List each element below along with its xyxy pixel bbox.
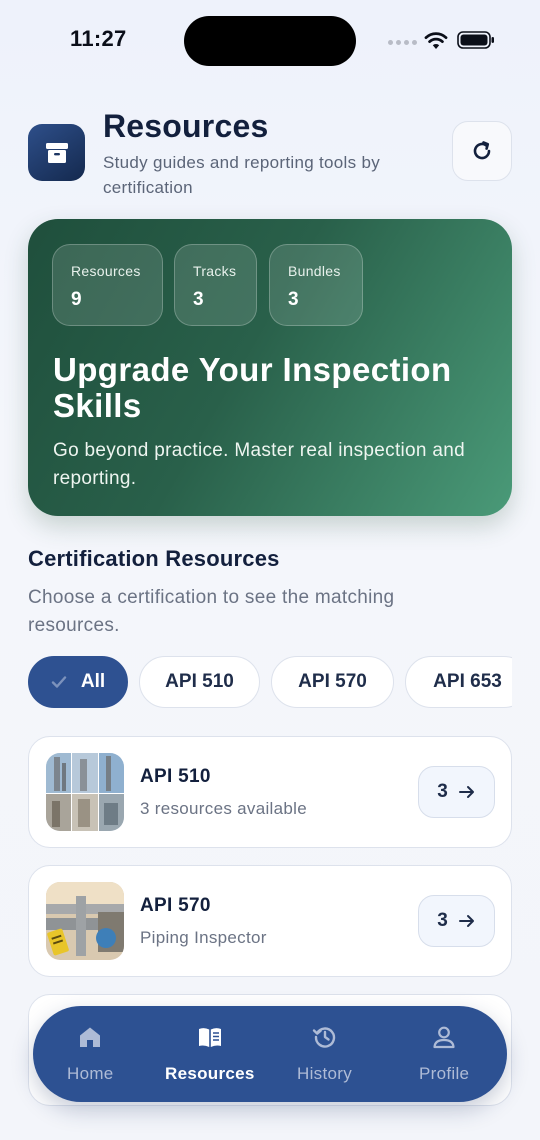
filter-chips: All API 510 API 570 API 653 [28, 656, 512, 708]
cert-card-subtitle: 3 resources available [140, 799, 307, 818]
battery-icon [457, 31, 494, 49]
bottom-nav: Home Resources History Profile [33, 1006, 507, 1102]
stat-label: Tracks [193, 263, 237, 279]
stat-bundles: Bundles 3 [269, 244, 363, 326]
cert-card-subtitle: Piping Inspector [140, 928, 267, 947]
book-icon [198, 1028, 221, 1047]
stat-resources: Resources 9 [52, 244, 163, 326]
resource-count-button[interactable]: 3 [418, 895, 495, 947]
filter-chip-api-510[interactable]: API 510 [139, 656, 260, 708]
page-subtitle: Study guides and reporting tools by cert… [103, 153, 381, 197]
filter-chip-label: API 653 [433, 671, 502, 692]
section-title: Certification Resources [28, 546, 280, 571]
filter-chip-label: API 570 [298, 671, 367, 692]
nav-item-resources[interactable]: Resources [165, 1024, 255, 1084]
stat-tracks: Tracks 3 [174, 244, 257, 326]
resource-count: 3 [437, 910, 448, 931]
cert-card-api-570[interactable]: API 570 Piping Inspector 3 [28, 865, 512, 977]
nav-item-home[interactable]: Home [67, 1024, 114, 1084]
stat-label: Resources [71, 263, 141, 279]
resource-count: 3 [437, 781, 448, 802]
resource-count-button[interactable]: 3 [418, 766, 495, 818]
profile-icon [433, 1026, 455, 1049]
wifi-icon [424, 32, 448, 49]
cert-thumbnail [46, 753, 124, 831]
refresh-icon [473, 141, 491, 160]
nav-label: Profile [419, 1064, 470, 1083]
cert-card-api-510[interactable]: API 510 3 resources available 3 [28, 736, 512, 848]
stat-value: 3 [288, 289, 299, 310]
check-icon [51, 676, 67, 688]
hero-title: Upgrade Your Inspection Skills [53, 351, 452, 424]
cert-card-title: API 510 [140, 766, 211, 787]
hero-card: Resources 9 Tracks 3 Bundles 3 Upgrade Y… [28, 219, 512, 516]
nav-item-history[interactable]: History [297, 1024, 352, 1084]
home-icon [80, 1027, 101, 1047]
filter-chip-api-570[interactable]: API 570 [271, 656, 394, 708]
cellular-signal-icon [388, 40, 417, 45]
cert-thumbnail [46, 882, 124, 960]
archive-box-icon [28, 124, 85, 181]
stat-label: Bundles [288, 263, 341, 279]
history-icon [312, 1027, 335, 1048]
stat-value: 9 [71, 289, 82, 310]
filter-chip-label: All [80, 671, 106, 692]
stat-value: 3 [193, 289, 204, 310]
dynamic-island [184, 16, 356, 66]
nav-label: Resources [165, 1064, 255, 1083]
filter-chip-label: API 510 [165, 671, 234, 692]
arrow-right-icon [458, 915, 474, 927]
section-description: Choose a certification to see the matchi… [28, 587, 395, 636]
hero-text: Go beyond practice. Master real inspecti… [53, 440, 465, 489]
arrow-right-icon [458, 786, 474, 798]
nav-item-profile[interactable]: Profile [419, 1024, 469, 1084]
refresh-button[interactable] [452, 121, 512, 181]
nav-label: Home [67, 1064, 114, 1083]
page-title: Resources [103, 108, 269, 144]
filter-chip-all[interactable]: All [28, 656, 128, 708]
status-time: 11:27 [70, 26, 127, 51]
nav-label: History [297, 1064, 352, 1083]
filter-chip-api-653[interactable]: API 653 [405, 656, 512, 708]
cert-card-title: API 570 [140, 895, 211, 916]
